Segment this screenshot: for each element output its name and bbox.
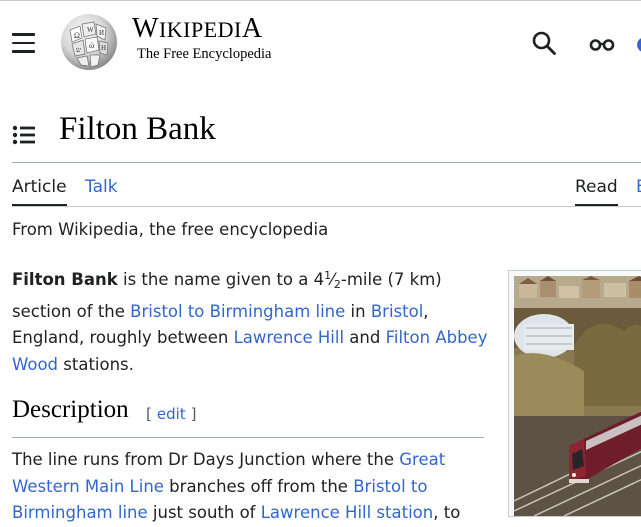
link-bristol-birmingham-line[interactable]: Bristol to Birmingham line — [130, 302, 345, 321]
section-heading-description: Description — [12, 396, 129, 423]
svg-text:H: H — [101, 44, 106, 52]
tab-article[interactable]: Article — [12, 177, 67, 197]
title-divider — [12, 162, 641, 163]
hamburger-menu-icon[interactable] — [12, 33, 36, 53]
infobox-image-frame — [508, 270, 641, 517]
fraction: 1⁄2 — [324, 269, 341, 291]
tab-edit-clipped[interactable]: E — [636, 177, 641, 197]
tab-talk[interactable]: Talk — [85, 177, 118, 197]
tabs-divider — [12, 206, 641, 207]
site-header: Ω W И ώ ש H WIKIPEDIA The Free Encyclope… — [0, 1, 641, 83]
link-bristol[interactable]: Bristol — [371, 302, 423, 321]
search-icon[interactable] — [531, 30, 557, 56]
page-title: Filton Bank — [59, 111, 216, 147]
tab-read[interactable]: Read — [575, 177, 618, 197]
svg-text:W: W — [87, 26, 94, 34]
link-lawrence-hill[interactable]: Lawrence Hill — [234, 328, 344, 347]
section-divider — [12, 437, 484, 438]
edge-overflow-icon[interactable]: ● — [636, 31, 641, 53]
wikipedia-globe-logo[interactable]: Ω W И ώ ש H — [58, 12, 120, 72]
wikipedia-tagline: The Free Encyclopedia — [137, 46, 272, 62]
link-lawrence-hill-station[interactable]: Lawrence Hill station — [261, 503, 434, 522]
site-subtitle: From Wikipedia, the free encyclopedia — [12, 220, 329, 239]
svg-text:ש: ש — [76, 46, 81, 54]
lead-bold-title: Filton Bank — [12, 270, 118, 289]
lead-paragraph: Filton Bank is the name given to a 41⁄2-… — [12, 269, 488, 374]
section-edit-link: [edit] — [146, 405, 197, 423]
svg-text:Ω: Ω — [74, 31, 80, 40]
train-photo[interactable] — [514, 276, 641, 516]
svg-text:ώ: ώ — [89, 41, 94, 50]
glasses-anonymous-user-icon[interactable] — [589, 35, 615, 53]
description-paragraph: The line runs from Dr Days Junction wher… — [12, 450, 461, 522]
table-of-contents-icon[interactable] — [12, 125, 36, 145]
edit-section-button[interactable]: edit — [157, 405, 186, 423]
svg-text:И: И — [99, 29, 104, 37]
wikipedia-wordmark[interactable]: WIKIPEDIA — [132, 15, 263, 43]
